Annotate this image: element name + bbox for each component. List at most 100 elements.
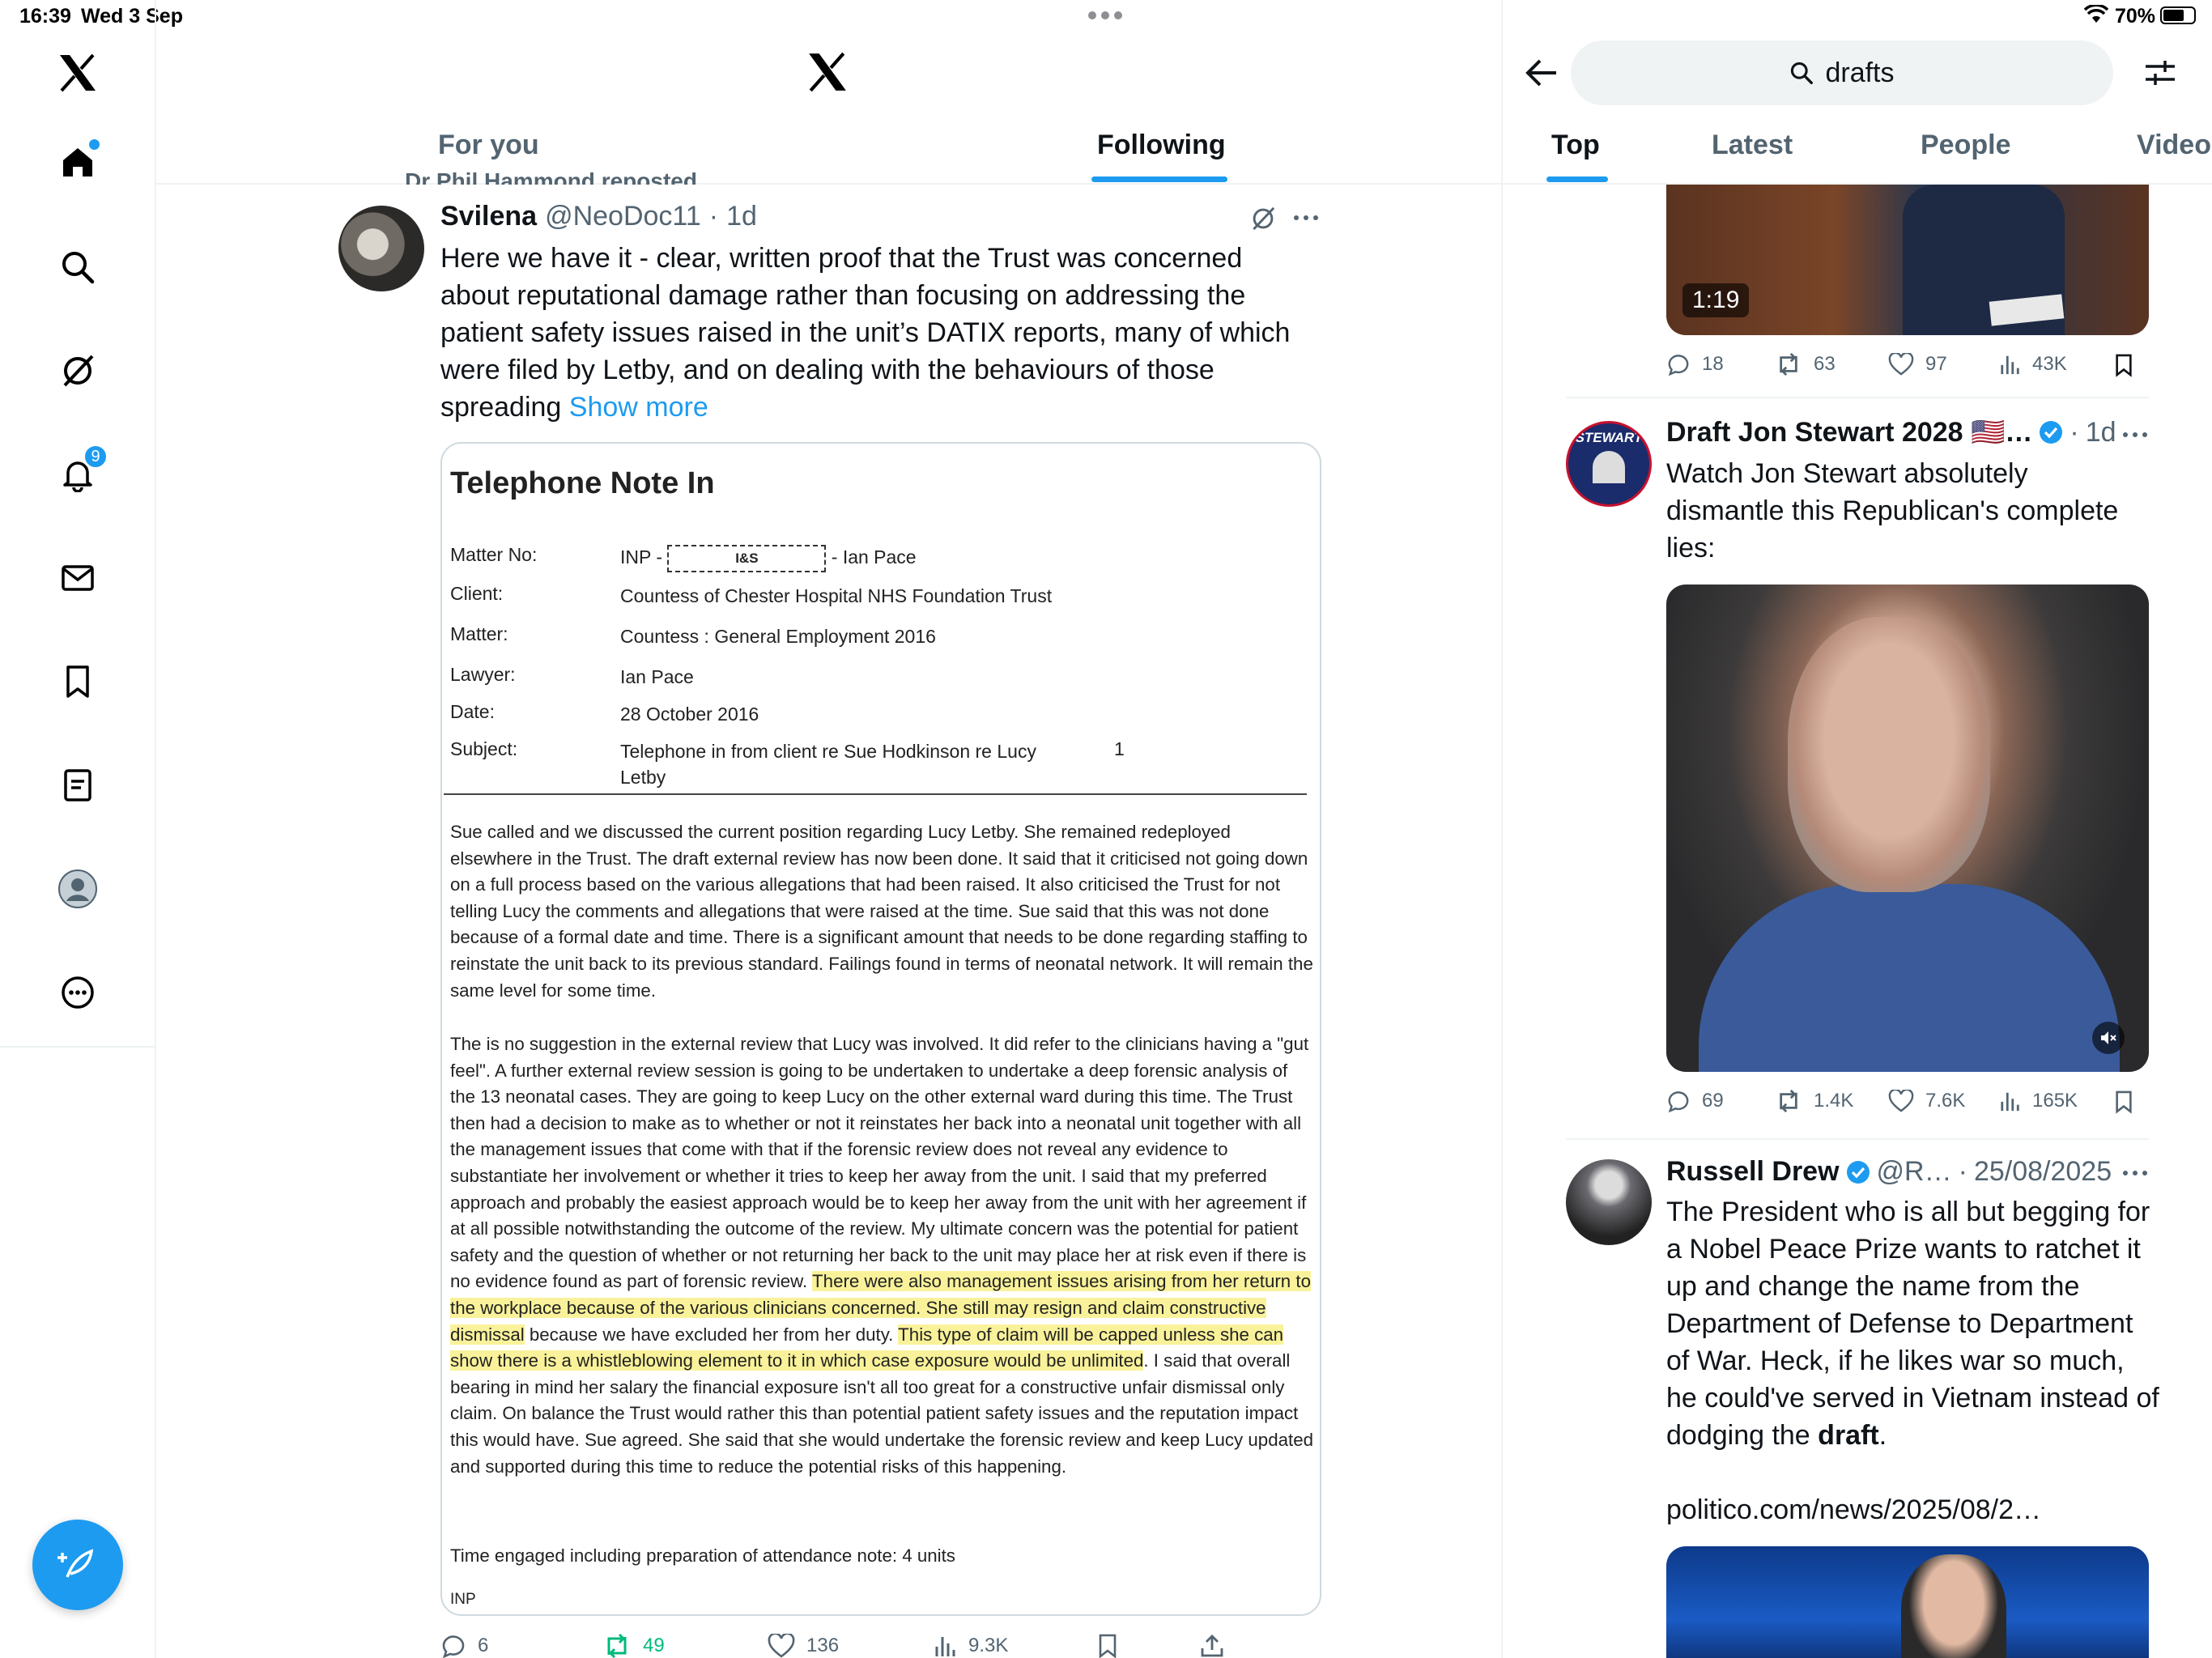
doc-value: Countess : General Employment 2016 [620, 626, 936, 647]
lists-icon[interactable] [52, 759, 104, 811]
post2-video[interactable] [1666, 585, 2149, 1072]
doc-paragraph-2-text-a: The is no suggestion in the external rev… [450, 1034, 1309, 1292]
doc-value: Ian Pace [620, 666, 694, 687]
doc-value: Countess of Chester Hospital NHS Foundat… [620, 585, 1053, 606]
views-button[interactable]: 9.3K [934, 1634, 1008, 1658]
post2-dot: · [2069, 416, 2079, 448]
tweet-time[interactable]: 1d [726, 201, 757, 232]
repost-button[interactable]: 49 [602, 1634, 665, 1658]
tab-video[interactable]: Video [2137, 130, 2211, 161]
tab-top[interactable]: Top [1551, 130, 1600, 161]
post3-text-before: The President who is all but begging for… [1666, 1197, 2159, 1451]
reply-button[interactable]: 6 [440, 1634, 488, 1658]
compose-post-button[interactable] [32, 1520, 123, 1610]
tab-latest[interactable]: Latest [1712, 130, 1793, 161]
post2-time[interactable]: 1d [2086, 417, 2116, 449]
doc-label: Matter No: [450, 544, 538, 565]
messages-envelope-icon[interactable] [52, 552, 104, 604]
post3-text: The President who is all but begging for… [1666, 1193, 2160, 1454]
draft-jon-stewart-avatar[interactable]: STEWART [1566, 421, 1652, 507]
russell-drew-avatar[interactable] [1566, 1159, 1652, 1245]
search-filters-icon[interactable] [2144, 57, 2176, 89]
back-arrow-icon[interactable] [1525, 58, 1558, 87]
post2-more-icon[interactable] [2123, 432, 2147, 437]
search-field-icon [1791, 62, 1814, 84]
views-count: 9.3K [968, 1635, 1009, 1656]
tab-following[interactable]: Following [1097, 130, 1226, 161]
post2-bookmark-button[interactable] [2113, 1090, 2134, 1114]
post3-link[interactable]: politico.com/news/2025/08/2… [1666, 1491, 2041, 1528]
profile-avatar-icon[interactable] [52, 863, 104, 915]
video1-reply-button[interactable]: 18 [1666, 353, 1724, 376]
tweet-more-icon[interactable] [1294, 215, 1318, 220]
post2-like-button[interactable]: 7.6K [1888, 1090, 1965, 1112]
bookmarks-icon[interactable] [52, 656, 104, 708]
repost-indicator: Dr Phil Hammond reposted [405, 162, 810, 185]
tweet-dot: · [708, 201, 719, 232]
post2-reply-button[interactable]: 69 [1666, 1090, 1724, 1112]
post2-author[interactable]: Draft Jon Stewart 2028 🇺🇸… [1666, 416, 2032, 449]
grok-explain-icon[interactable] [1250, 206, 1276, 232]
doc-label: Matter: [450, 623, 508, 644]
post3-author[interactable]: Russell Drew [1666, 1156, 1840, 1188]
post2-repost-button[interactable]: 1.4K [1775, 1090, 1853, 1112]
post3-link-card-image[interactable] [1666, 1546, 2149, 1658]
post2-repost-count: 1.4K [1814, 1090, 1854, 1112]
like-button[interactable]: 136 [768, 1634, 839, 1658]
video1-like-button[interactable]: 97 [1888, 353, 1947, 376]
post3-more-icon[interactable] [2123, 1171, 2147, 1175]
repost-text: Dr Phil Hammond reposted [405, 168, 697, 185]
video1-bookmark-button[interactable] [2113, 353, 2134, 377]
share-button[interactable] [1200, 1634, 1224, 1658]
home-icon[interactable] [52, 136, 104, 188]
video1-views-button[interactable]: 43K [2000, 353, 2067, 376]
post2-views-button[interactable]: 165K [2000, 1090, 2078, 1112]
grok-icon[interactable] [52, 345, 104, 397]
tweet-document-image[interactable]: Telephone Note In Matter No: INP - I&S -… [440, 442, 1321, 1616]
x-logo-header-icon[interactable] [806, 52, 849, 92]
video1-views-count: 43K [2032, 353, 2067, 375]
video1-repost-button[interactable]: 63 [1775, 353, 1836, 376]
notifications-bell-icon[interactable]: 9 [52, 444, 108, 500]
post3-time[interactable]: 25/08/2025 [1974, 1156, 2112, 1188]
tweet-author-name[interactable]: Svilena [440, 201, 537, 232]
doc-value: Telephone in from client re Sue Hodkinso… [620, 741, 1036, 788]
tweet-author-handle[interactable]: @NeoDoc11 [545, 201, 701, 232]
doc-initials: INP [450, 1591, 476, 1608]
doc-matter-suffix: - Ian Pace [826, 546, 917, 568]
verified-badge-icon [1846, 1160, 1870, 1184]
doc-value: INP - I&S - Ian Pace [620, 544, 1106, 572]
tab-for-you[interactable]: For you [438, 130, 539, 161]
x-logo-icon[interactable] [52, 47, 104, 99]
video1-like-count: 97 [1925, 353, 1947, 375]
verified-badge-icon [2039, 420, 2063, 444]
video-shirt [1699, 884, 2120, 1072]
doc-time-engaged: Time engaged including preparation of at… [450, 1545, 955, 1566]
post2-text: Watch Jon Stewart absolutely dismantle t… [1666, 458, 2119, 563]
card-person [1901, 1554, 2006, 1658]
bookmark-button[interactable] [1096, 1634, 1119, 1658]
like-count: 136 [806, 1635, 840, 1656]
post3-handle[interactable]: @R… [1877, 1156, 1952, 1188]
doc-matter-prefix: INP - [620, 546, 668, 568]
search-query: drafts [1825, 57, 1895, 88]
doc-label: Subject: [450, 738, 518, 759]
post2-header: Draft Jon Stewart 2028 🇺🇸… · 1d [1666, 416, 2116, 449]
avatar-logo-text: STEWART [1575, 430, 1643, 445]
more-options-icon[interactable] [52, 967, 104, 1018]
video-thumbnail-1[interactable]: 1:19 [1666, 185, 2149, 335]
post3-dot: · [1958, 1156, 1967, 1187]
post2-like-count: 7.6K [1925, 1090, 1966, 1112]
search-icon[interactable] [52, 241, 104, 293]
show-more-link[interactable]: Show more [569, 392, 708, 423]
search-input[interactable]: drafts [1571, 40, 2113, 105]
reply-count: 6 [478, 1635, 489, 1656]
tweet-text: Here we have it - clear, written proof t… [440, 243, 1291, 423]
doc-page-number: 1 [1114, 738, 1125, 759]
tweet-author-avatar[interactable] [338, 206, 424, 291]
avatar-portrait [1593, 451, 1625, 483]
mute-icon[interactable] [2092, 1022, 2125, 1054]
doc-rule [444, 793, 1307, 795]
tab-people[interactable]: People [1921, 130, 2010, 161]
doc-paragraph-2-text-b: because we have excluded her from her du… [524, 1324, 899, 1345]
